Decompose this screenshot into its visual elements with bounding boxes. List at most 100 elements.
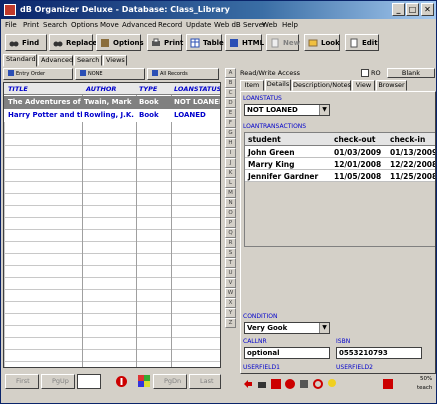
loanstatus-label: LOANSTATUS bbox=[243, 95, 282, 102]
ro-checkbox[interactable] bbox=[361, 69, 369, 77]
alpha-t[interactable]: T bbox=[225, 258, 236, 268]
loantransactions-table[interactable]: student check-out check-in John Green 01… bbox=[244, 132, 435, 247]
html-button[interactable]: HTML bbox=[225, 34, 264, 51]
maximize-button[interactable]: □ bbox=[406, 3, 419, 16]
callnr-input[interactable]: optional bbox=[244, 347, 330, 359]
stop-icon[interactable] bbox=[115, 375, 128, 388]
alpha-b[interactable]: B bbox=[225, 78, 236, 88]
tab-views[interactable]: Views bbox=[103, 55, 127, 66]
first-button[interactable]: First bbox=[5, 374, 39, 389]
menu-help[interactable]: Help bbox=[282, 21, 298, 29]
alpha-u[interactable]: U bbox=[225, 268, 236, 278]
tab-browser[interactable]: Browser bbox=[376, 80, 407, 91]
print-button[interactable]: Print bbox=[147, 34, 183, 51]
alpha-h[interactable]: H bbox=[225, 138, 236, 148]
menu-web[interactable]: Web bbox=[262, 21, 277, 29]
tab-details[interactable]: Details bbox=[265, 79, 291, 91]
edit-button[interactable]: Edit bbox=[345, 34, 379, 51]
header-loanstatus[interactable]: LOANSTATUS bbox=[174, 85, 220, 93]
tab-description-notes[interactable]: Description/Notes bbox=[292, 80, 351, 91]
header-student[interactable]: student bbox=[248, 135, 281, 144]
loanstatus-select[interactable]: NOT LOANED ▼ bbox=[244, 104, 330, 116]
tab-advanced[interactable]: Advanced bbox=[38, 55, 73, 66]
entry-order-button[interactable]: Entry Order bbox=[3, 68, 73, 80]
alpha-o[interactable]: O bbox=[225, 208, 236, 218]
copy-icon[interactable] bbox=[298, 378, 310, 390]
chevron-down-icon[interactable]: ▼ bbox=[319, 105, 329, 115]
stop-icon[interactable] bbox=[284, 378, 296, 390]
new-button[interactable]: New bbox=[266, 34, 300, 51]
condition-select[interactable]: Very Gook ▼ bbox=[244, 322, 330, 334]
close-button[interactable]: ✕ bbox=[421, 3, 434, 16]
minimize-button[interactable]: _ bbox=[392, 3, 405, 16]
alpha-p[interactable]: P bbox=[225, 218, 236, 228]
pgup-button[interactable]: PgUp bbox=[41, 374, 75, 389]
last-button[interactable]: Last bbox=[189, 374, 221, 389]
table-row[interactable]: Jennifer Gardner 11/05/2008 11/25/2008 bbox=[245, 170, 435, 182]
find-button[interactable]: Find bbox=[5, 34, 47, 51]
alpha-k[interactable]: K bbox=[225, 168, 236, 178]
alpha-g[interactable]: G bbox=[225, 128, 236, 138]
menu-print[interactable]: Print bbox=[23, 21, 39, 29]
refresh-icon[interactable] bbox=[312, 378, 324, 390]
alpha-j[interactable]: J bbox=[225, 158, 236, 168]
tab-search[interactable]: Search bbox=[74, 55, 102, 66]
table-row[interactable]: John Green 01/03/2009 01/13/2009 bbox=[245, 146, 435, 158]
record-number-input[interactable] bbox=[77, 374, 101, 389]
isbn-input[interactable]: 0553210793 bbox=[336, 347, 422, 359]
menu-move[interactable]: Move bbox=[100, 21, 119, 29]
alpha-z[interactable]: Z bbox=[225, 318, 236, 328]
table-button[interactable]: Table bbox=[186, 34, 224, 51]
grid-view-icon[interactable] bbox=[137, 374, 151, 388]
menu-update[interactable]: Update bbox=[186, 21, 211, 29]
alpha-d[interactable]: D bbox=[225, 98, 236, 108]
alpha-f[interactable]: F bbox=[225, 118, 236, 128]
menu-options[interactable]: Options bbox=[71, 21, 98, 29]
alpha-e[interactable]: E bbox=[225, 108, 236, 118]
alpha-q[interactable]: Q bbox=[225, 228, 236, 238]
save-icon[interactable] bbox=[270, 378, 282, 390]
table-row[interactable]: The Adventures of Huckleberry Finn Twain… bbox=[4, 96, 220, 109]
alpha-x[interactable]: X bbox=[225, 298, 236, 308]
alpha-a[interactable]: A bbox=[225, 68, 236, 78]
cell-type: Book bbox=[139, 111, 159, 119]
menu-record[interactable]: Record bbox=[158, 21, 182, 29]
menu-web-db-server[interactable]: Web dB Server bbox=[214, 21, 266, 29]
records-grid[interactable]: TITLE AUTHOR TYPE LOANSTATUS The Adventu… bbox=[3, 82, 221, 368]
hint-bulb-icon[interactable] bbox=[326, 378, 338, 390]
menu-advanced[interactable]: Advanced bbox=[122, 21, 157, 29]
undo-icon[interactable] bbox=[242, 378, 254, 390]
alpha-r[interactable]: R bbox=[225, 238, 236, 248]
alpha-c[interactable]: C bbox=[225, 88, 236, 98]
tab-standard[interactable]: Standard bbox=[3, 54, 37, 67]
header-title[interactable]: TITLE bbox=[8, 85, 28, 93]
table-row[interactable]: Harry Potter and the Sorcerer's Stone Ro… bbox=[4, 109, 220, 122]
header-author[interactable]: AUTHOR bbox=[86, 85, 116, 93]
header-check-in[interactable]: check-in bbox=[390, 135, 425, 144]
table-row[interactable]: Marry King 12/01/2008 12/22/2008 bbox=[245, 158, 435, 170]
header-check-out[interactable]: check-out bbox=[334, 135, 376, 144]
alpha-m[interactable]: M bbox=[225, 188, 236, 198]
alpha-n[interactable]: N bbox=[225, 198, 236, 208]
alpha-v[interactable]: V bbox=[225, 278, 236, 288]
tab-item[interactable]: Item bbox=[240, 80, 264, 91]
replace-button[interactable]: Replace bbox=[49, 34, 97, 51]
alpha-l[interactable]: L bbox=[225, 178, 236, 188]
menu-search[interactable]: Search bbox=[43, 21, 67, 29]
chevron-down-icon[interactable]: ▼ bbox=[319, 323, 329, 333]
options-button[interactable]: Options bbox=[96, 34, 144, 51]
menu-file[interactable]: File bbox=[5, 21, 17, 29]
delete-icon[interactable] bbox=[256, 378, 268, 390]
alpha-i[interactable]: I bbox=[225, 148, 236, 158]
image-icon[interactable] bbox=[382, 378, 394, 390]
pgdn-button[interactable]: PgDn bbox=[153, 374, 187, 389]
alpha-w[interactable]: W bbox=[225, 288, 236, 298]
alpha-s[interactable]: S bbox=[225, 248, 236, 258]
tab-view[interactable]: View bbox=[352, 80, 375, 91]
lookup-button[interactable]: Look bbox=[304, 34, 340, 51]
header-type[interactable]: TYPE bbox=[139, 85, 157, 93]
sort-field-button[interactable]: NONE bbox=[75, 68, 145, 80]
blank-button[interactable]: Blank bbox=[387, 68, 435, 78]
alpha-y[interactable]: Y bbox=[225, 308, 236, 318]
all-records-button[interactable]: All Records bbox=[147, 68, 219, 80]
